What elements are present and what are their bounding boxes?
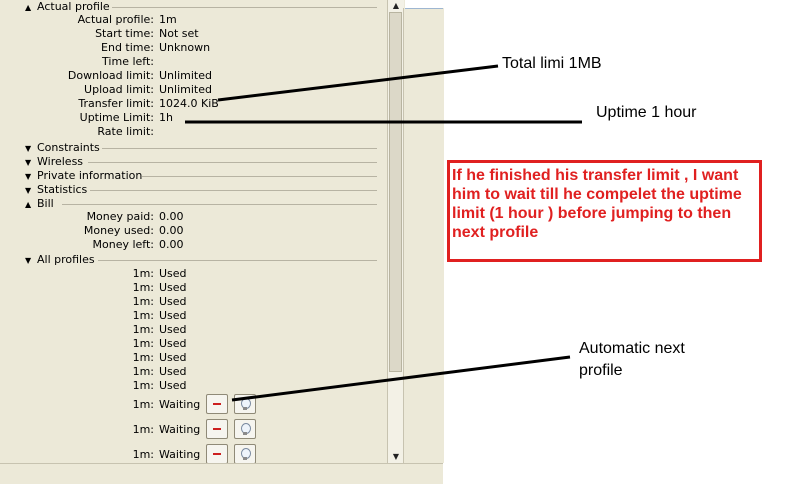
arrow-total-limit — [217, 64, 499, 102]
arrow-automatic-next — [231, 355, 571, 402]
annotation-uptime: Uptime 1 hour — [596, 104, 697, 121]
annotation-automatic-next-line1: Automatic next — [579, 340, 685, 357]
annotation-total-limit: Total limi 1MB — [502, 55, 602, 72]
annotation-automatic-next-line2: profile — [579, 362, 623, 379]
annotation-red-note: If he finished his transfer limit , I wa… — [452, 167, 742, 241]
